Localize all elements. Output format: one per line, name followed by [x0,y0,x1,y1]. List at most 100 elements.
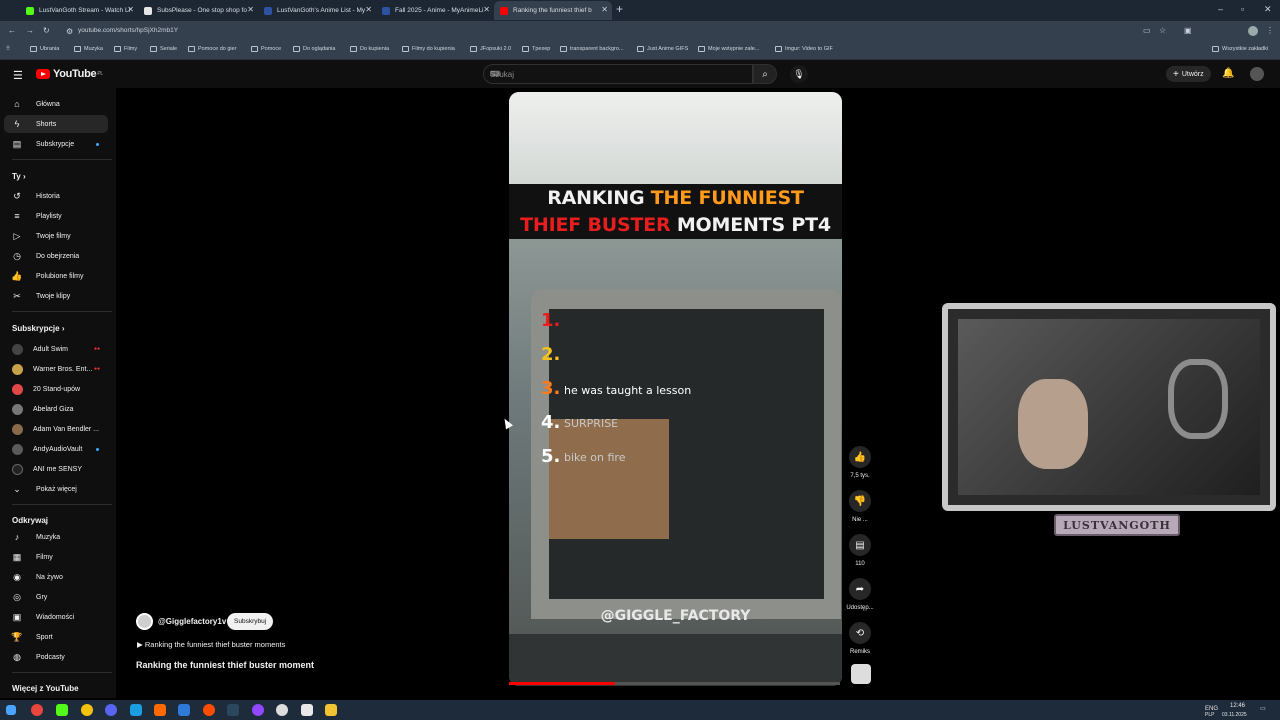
remix-button[interactable]: ⟲ Remiks [848,622,872,655]
app-taskbar-icon[interactable] [56,704,68,716]
sidebar-item-history[interactable]: ↺ Historia [4,187,108,205]
discord-taskbar-icon[interactable] [105,704,117,716]
sidebar-item-channel[interactable]: Warner Bros. Ent... ●● [4,360,108,378]
sidebar-item-channel[interactable]: AndyAudioVault [4,440,108,458]
input-layout[interactable]: PLP [1205,712,1214,718]
bookmark-link[interactable]: JFopsuki 2.0 [470,46,511,52]
sidebar-item-gaming[interactable]: ◎ Gry [4,588,108,606]
minimize-icon[interactable]: – [1218,4,1223,14]
bookmark-link[interactable]: transparent backgro... [560,46,624,52]
sidebar-item-channel[interactable]: Abelard Giza [4,400,108,418]
search-button[interactable]: ⌕ [753,64,777,84]
app-taskbar-icon[interactable] [203,704,215,716]
sidebar-item-your-videos[interactable]: ▷ Twoje filmy [4,227,108,245]
hamburger-menu-icon[interactable]: ☰ [13,69,23,82]
bookmark-folder[interactable]: Do oglądania [293,46,335,52]
short-video-player[interactable]: RANKING THE FUNNIEST THIEF BUSTER MOMENT… [509,92,842,686]
app-taskbar-icon[interactable] [81,704,93,716]
search-input[interactable]: Szukaj ⌨ [483,64,753,84]
sidebar-item-liked[interactable]: 👍 Polubione filmy [4,267,108,285]
sidebar-item-channel[interactable]: Adam Van Bendler ... [4,420,108,438]
sidebar-item-news[interactable]: ▣ Wiadomości [4,608,108,626]
back-icon[interactable]: ← [8,26,16,35]
sidebar-item-shorts[interactable]: ϟ Shorts [4,115,108,133]
clock-time[interactable]: 12:46 [1230,703,1245,709]
apps-icon[interactable]: ⠿ [6,46,10,52]
channel-avatar[interactable] [136,613,153,630]
bookmark-folder[interactable]: Filmy [114,46,137,52]
app-taskbar-icon[interactable] [178,704,190,716]
site-info-icon[interactable]: ⚙ [66,27,73,36]
sidebar-item-home[interactable]: ⌂ Główna [4,95,108,113]
close-tab-icon[interactable]: ✕ [365,5,372,14]
steam-taskbar-icon[interactable] [227,704,239,716]
close-window-icon[interactable]: ✕ [1264,4,1272,15]
sidebar-item-watch-later[interactable]: ◷ Do obejrzenia [4,247,108,265]
app-taskbar-icon[interactable] [301,704,313,716]
chrome-taskbar-icon[interactable] [31,704,43,716]
voice-search-button[interactable]: 🎙 [790,65,808,83]
notification-center-icon[interactable]: ▭ [1260,705,1266,712]
sidebar-section-subscriptions[interactable]: Subskrypcje › [12,324,64,333]
close-tab-icon[interactable]: ✕ [127,5,134,14]
sidebar-item-channel[interactable]: 20 Stand-upów [4,380,108,398]
close-tab-icon[interactable]: ✕ [483,5,490,14]
browser-tab[interactable]: SubsPlease - One stop shop fo ✕ [138,1,258,20]
cast-icon[interactable]: ▭ [1143,26,1151,35]
youtube-logo[interactable]: YouTube PL [36,68,103,80]
sidebar-item-podcasts[interactable]: ◍ Podcasty [4,648,108,666]
profile-avatar[interactable] [1248,26,1258,36]
sidebar-show-more[interactable]: ⌄ Pokaż więcej [4,480,108,498]
sidebar-item-music[interactable]: ♪ Muzyka [4,528,108,546]
app-taskbar-icon[interactable] [130,704,142,716]
bookmark-link[interactable]: Moje wstępnie załe... [698,46,759,52]
clock-date[interactable]: 03.11.2025 [1222,712,1247,718]
sidebar-item-movies[interactable]: ▦ Filmy [4,548,108,566]
sidebar-item-live[interactable]: ◉ Na żywo [4,568,108,586]
app-taskbar-icon[interactable] [276,704,288,716]
share-button[interactable]: ➦ Udostęp... [846,578,874,611]
browser-tab[interactable]: LustVanGoth Stream - Watch Li ✕ [20,1,138,20]
browser-tab[interactable]: Fall 2025 - Anime - MyAnimeLi ✕ [376,1,494,20]
browser-tab-active[interactable]: Ranking the funniest thief b ✕ [494,1,612,20]
bookmark-link[interactable]: Imgur: Video to GIF [775,46,833,52]
sidebar-item-channel[interactable]: Adult Swim ●● [4,340,108,358]
channel-name[interactable]: @Gigglefactory1v [158,617,226,626]
bookmark-link[interactable]: Just Anime GIFS [637,46,688,52]
bookmark-link[interactable]: Tpexep [522,46,550,52]
start-menu-icon[interactable] [6,705,16,715]
sound-link[interactable]: ▶ Ranking the funniest thief buster mome… [137,640,285,649]
file-explorer-taskbar-icon[interactable] [325,704,337,716]
dislike-button[interactable]: 👎 Nie ... [848,490,872,523]
app-taskbar-icon[interactable] [252,704,264,716]
sidebar-item-subscriptions[interactable]: ▤ Subskrypcje [4,135,108,153]
close-tab-icon[interactable]: ✕ [601,5,608,14]
bookmark-folder[interactable]: Seriale [150,46,177,52]
create-button[interactable]: + Utwórz [1166,66,1211,82]
bookmark-folder[interactable]: Do kupienia [350,46,389,52]
bookmark-star-icon[interactable]: ☆ [1159,26,1166,35]
video-progress-bar[interactable] [509,682,840,685]
address-bar[interactable]: ⚙ youtube.com/shorts/hpSjXh2mb1Y [60,24,1160,38]
all-bookmarks[interactable]: Wszystkie zakładki [1212,46,1268,52]
sidebar-section-you[interactable]: Ty › [12,172,26,181]
browser-tab[interactable]: LustVanGoth's Anime List - My ✕ [258,1,376,20]
sidebar-item-sport[interactable]: 🏆 Sport [4,628,108,646]
maximize-icon[interactable]: ▫ [1241,4,1244,14]
like-button[interactable]: 👍 7,5 tys. [848,446,872,479]
notifications-bell-icon[interactable]: 🔔 [1222,68,1234,79]
bookmark-folder[interactable]: Ubrania [30,46,59,52]
sidebar-item-channel[interactable]: ANI me SENSY [4,460,108,478]
bookmark-folder[interactable]: Filmy do kupienia [402,46,455,52]
keyboard-icon[interactable]: ⌨ [490,70,746,78]
account-avatar[interactable] [1250,67,1264,81]
extension-icon[interactable]: ▣ [1184,26,1192,35]
sidebar-item-clips[interactable]: ✂ Twoje klipy [4,287,108,305]
bookmark-folder[interactable]: Pomoce do gier [188,46,237,52]
app-taskbar-icon[interactable] [154,704,166,716]
bookmark-folder[interactable]: Muzyka [74,46,103,52]
bookmark-folder[interactable]: Pomoce [251,46,281,52]
subscribe-button[interactable]: Subskrybuj [227,613,274,630]
forward-icon[interactable]: → [26,26,34,35]
sidebar-item-playlists[interactable]: ≡ Playlisty [4,207,108,225]
